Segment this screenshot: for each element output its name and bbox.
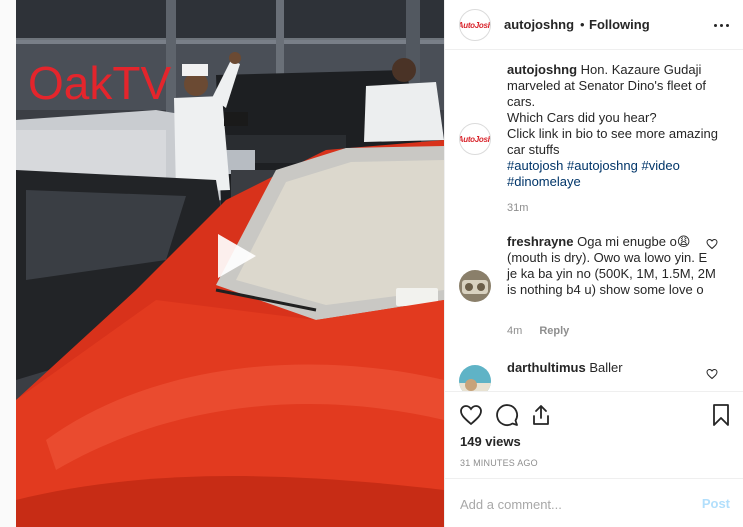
comment-text: Baller (589, 360, 623, 375)
author-username[interactable]: autojoshng (504, 17, 574, 32)
caption-timestamp: 31m (507, 202, 529, 214)
comment-item: freshrayne Oga mi enugbe o😩 (mouth is dr… (445, 234, 743, 344)
comment-body: freshrayne Oga mi enugbe o😩 (mouth is dr… (507, 234, 717, 298)
comment-icon[interactable] (495, 403, 519, 427)
comment-body: darthultimus Baller (507, 360, 717, 376)
hashtag-link[interactable]: #video (641, 158, 679, 173)
reply-button[interactable]: Reply (539, 325, 569, 337)
bookmark-icon[interactable] (709, 403, 733, 427)
post-comment-button[interactable]: Post (702, 496, 730, 511)
comment-item: darthultimus Baller (445, 360, 743, 391)
video-player[interactable]: OakTV (16, 0, 444, 527)
caption-avatar[interactable]: AutoJosh (459, 123, 491, 155)
left-gutter (0, 0, 16, 527)
caption-question: Which Cars did you hear? (507, 110, 657, 125)
comment-username[interactable]: darthultimus (507, 360, 586, 375)
comment-timestamp: 4m (507, 325, 523, 337)
comment-input[interactable] (460, 493, 680, 515)
post-time-ago: 31 MINUTES AGO (460, 458, 538, 468)
caption-username[interactable]: autojoshng (507, 62, 577, 77)
avatar-logo: AutoJosh (459, 20, 491, 30)
post-sidebar: AutoJosh autojoshng • Following AutoJosh… (444, 0, 743, 527)
commenter-avatar[interactable] (459, 270, 491, 302)
view-count[interactable]: 149 views (460, 434, 521, 449)
heart-icon[interactable] (459, 403, 483, 427)
comments-list[interactable]: AutoJosh autojoshng Hon. Kazaure Gudaji … (445, 51, 743, 391)
follow-status-button[interactable]: Following (589, 17, 650, 32)
post-actions: 149 views 31 MINUTES AGO Post (445, 391, 743, 527)
caption-cta: Click link in bio to see more amazing ca… (507, 126, 718, 157)
play-icon (218, 234, 256, 278)
comment-username[interactable]: freshrayne (507, 234, 573, 249)
like-comment-heart-icon[interactable] (706, 238, 718, 250)
hashtag-link[interactable]: #autojosh (507, 158, 563, 173)
commenter-avatar[interactable] (459, 365, 491, 391)
video-watermark: OakTV (28, 57, 172, 109)
like-comment-heart-icon[interactable] (706, 368, 718, 380)
share-icon[interactable] (529, 403, 553, 427)
hashtag-link[interactable]: #autojoshng (567, 158, 638, 173)
more-options-icon[interactable] (714, 17, 730, 33)
play-button[interactable] (202, 226, 262, 286)
commenter-photo (459, 365, 491, 391)
add-comment-bar: Post (445, 478, 743, 527)
avatar-logo: AutoJosh (459, 134, 491, 144)
post-header: AutoJosh autojoshng • Following (445, 0, 743, 50)
commenter-photo (459, 270, 491, 302)
separator-dot: • (580, 17, 585, 32)
author-avatar[interactable]: AutoJosh (459, 9, 491, 41)
post-caption: autojoshng Hon. Kazaure Gudaji marveled … (507, 62, 727, 190)
hashtag-link[interactable]: #dinomelaye (507, 174, 581, 189)
comment-meta: 4m Reply (507, 325, 569, 337)
